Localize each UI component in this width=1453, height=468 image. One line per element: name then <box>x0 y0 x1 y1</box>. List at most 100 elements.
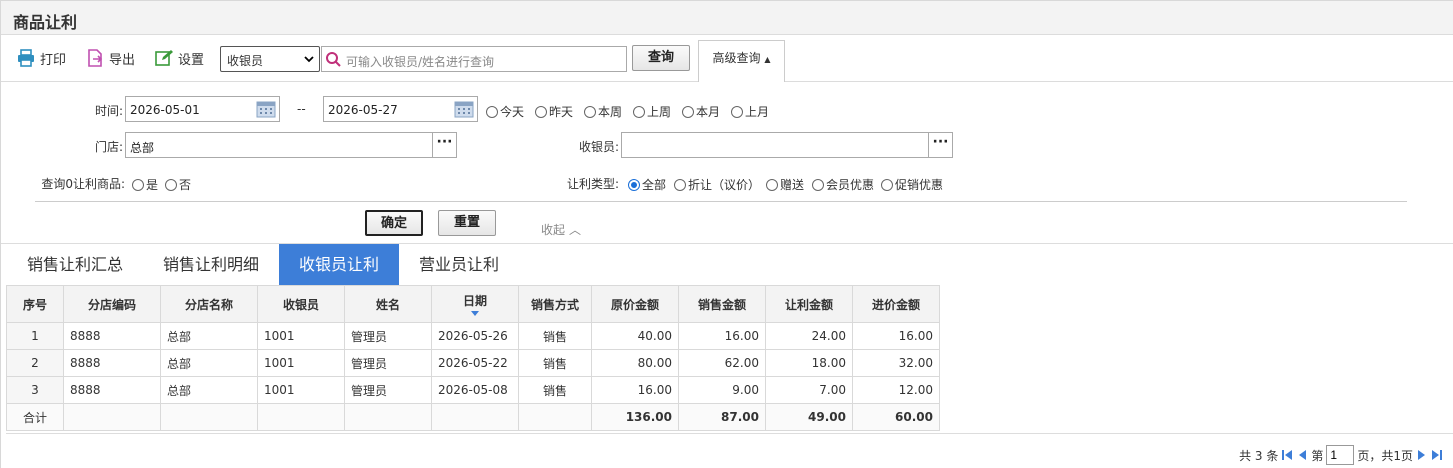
search-input[interactable]: 可输入收银员/姓名进行查询 <box>321 46 627 72</box>
radio-label: 是 <box>146 178 159 192</box>
cell-store-code: 8888 <box>63 376 161 404</box>
radio-zero-no[interactable]: 否 <box>165 176 191 193</box>
last-page-icon[interactable] <box>1431 449 1443 461</box>
collapse-link[interactable]: 收起 ︿ <box>541 221 581 238</box>
table-row[interactable]: 3 8888 总部 1001 管理员 2026-05-08 销售 16.00 9… <box>6 376 940 404</box>
radio-label: 昨天 <box>549 105 574 119</box>
next-page-icon[interactable] <box>1416 449 1428 461</box>
cell-cost-amount: 12.00 <box>852 376 940 404</box>
col-header-date[interactable]: 日期 <box>431 285 519 323</box>
first-page-icon[interactable] <box>1281 449 1293 461</box>
tab-sales-detail[interactable]: 销售让利明细 <box>149 244 273 286</box>
radio-type-promo[interactable]: 促销优惠 <box>881 176 943 193</box>
advanced-query-toggle[interactable]: 高级查询 ▲ <box>698 40 785 82</box>
radio-circle-selected <box>628 178 640 191</box>
radio-this-month[interactable]: 本月 <box>682 103 720 120</box>
advanced-query-label: 高级查询 <box>712 51 761 65</box>
cell-cost-amount: 16.00 <box>852 322 940 350</box>
radio-circle <box>731 105 743 118</box>
export-button[interactable]: 导出 <box>86 48 135 68</box>
caret-up-icon: ▲ <box>764 55 771 64</box>
print-button[interactable]: 打印 <box>17 48 66 68</box>
table-row[interactable]: 2 8888 总部 1001 管理员 2026-05-22 销售 80.00 6… <box>6 349 940 377</box>
col-header-cashier[interactable]: 收银员 <box>257 285 345 323</box>
table-row[interactable]: 1 8888 总部 1001 管理员 2026-05-26 销售 40.00 1… <box>6 322 940 350</box>
cell-store-name: 总部 <box>160 376 258 404</box>
query-button[interactable]: 查询 <box>632 45 690 71</box>
radio-circle <box>812 178 824 191</box>
tab-sales-summary[interactable]: 销售让利汇总 <box>13 244 137 286</box>
radio-zero-yes[interactable]: 是 <box>132 176 158 193</box>
cell-index: 2 <box>6 349 64 377</box>
tab-salesperson[interactable]: 营业员让利 <box>405 244 513 286</box>
edit-icon <box>155 50 173 66</box>
date-from-value: 2026-05-01 <box>130 103 200 117</box>
col-header-original-amount[interactable]: 原价金额 <box>591 285 679 323</box>
col-header-discount-amount[interactable]: 让利金额 <box>765 285 853 323</box>
cell-store-name: 总部 <box>160 322 258 350</box>
more-icon[interactable]: ··· <box>432 133 456 157</box>
radio-yesterday[interactable]: 昨天 <box>535 103 573 120</box>
total-cell <box>63 403 161 431</box>
cell-index: 3 <box>6 376 64 404</box>
total-cell <box>344 403 432 431</box>
radio-type-discount[interactable]: 折让（议价） <box>674 176 760 193</box>
cell-sale-amount: 16.00 <box>678 322 766 350</box>
page-suffix: 页，共1页 <box>1357 448 1413 463</box>
time-label: 时间: <box>94 104 123 118</box>
col-header-name[interactable]: 姓名 <box>344 285 432 323</box>
radio-label: 促销优惠 <box>895 178 944 192</box>
total-cell <box>160 403 258 431</box>
radio-type-member[interactable]: 会员优惠 <box>812 176 874 193</box>
col-header-index[interactable]: 序号 <box>6 285 64 323</box>
radio-type-all[interactable]: 全部 <box>628 176 666 193</box>
pagination: 共 3 条 第 页，共1页 <box>1239 445 1443 465</box>
cell-name: 管理员 <box>344 322 432 350</box>
search-field-select[interactable]: 收银员 <box>220 46 320 72</box>
reset-button[interactable]: 重置 <box>438 210 496 236</box>
radio-circle <box>674 178 686 191</box>
radio-circle <box>682 105 694 118</box>
cell-store-code: 8888 <box>63 349 161 377</box>
settings-button[interactable]: 设置 <box>155 48 204 68</box>
total-cost-amount: 60.00 <box>852 403 940 431</box>
more-icon[interactable]: ··· <box>928 133 952 157</box>
tab-bar: 销售让利汇总 销售让利明细 收银员让利 营业员让利 <box>1 243 1453 286</box>
cell-sale-amount: 9.00 <box>678 376 766 404</box>
confirm-button[interactable]: 确定 <box>365 210 423 236</box>
total-original-amount: 136.00 <box>591 403 679 431</box>
cell-cashier: 1001 <box>257 349 345 377</box>
col-header-store-name[interactable]: 分店名称 <box>160 285 258 323</box>
radio-circle <box>584 105 596 118</box>
radio-today[interactable]: 今天 <box>486 103 524 120</box>
search-field-value: 收银员 <box>227 54 264 68</box>
radio-this-week[interactable]: 本周 <box>584 103 622 120</box>
cell-sale-amount: 62.00 <box>678 349 766 377</box>
cashier-input[interactable]: ··· <box>621 132 953 158</box>
radio-label: 会员优惠 <box>826 178 875 192</box>
radio-last-month[interactable]: 上月 <box>731 103 769 120</box>
date-to-input[interactable]: 2026-05-27 <box>323 96 478 122</box>
table-total-row: 合计 136.00 87.00 49.00 60.00 <box>6 403 940 431</box>
cell-date: 2026-05-26 <box>431 322 519 350</box>
col-header-sale-amount[interactable]: 销售金额 <box>678 285 766 323</box>
date-from-input[interactable]: 2026-05-01 <box>125 96 280 122</box>
total-cell <box>257 403 345 431</box>
radio-circle <box>633 105 645 118</box>
radio-label: 上周 <box>647 105 672 119</box>
tab-cashier[interactable]: 收银员让利 <box>279 244 399 286</box>
radio-type-gift[interactable]: 赠送 <box>766 176 804 193</box>
col-header-cost-amount[interactable]: 进价金额 <box>852 285 940 323</box>
export-label: 导出 <box>109 52 136 68</box>
page-number-input[interactable] <box>1326 445 1355 465</box>
total-count: 共 3 条 <box>1239 448 1279 463</box>
store-input[interactable]: 总部 ··· <box>125 132 457 158</box>
prev-page-icon[interactable] <box>1296 449 1308 461</box>
radio-last-week[interactable]: 上周 <box>633 103 671 120</box>
col-header-store-code[interactable]: 分店编码 <box>63 285 161 323</box>
cashier-label: 收银员: <box>578 140 619 154</box>
radio-label: 今天 <box>500 105 525 119</box>
col-header-sale-type[interactable]: 销售方式 <box>518 285 592 323</box>
total-discount-amount: 49.00 <box>765 403 853 431</box>
cell-sale-type: 销售 <box>518 349 592 377</box>
